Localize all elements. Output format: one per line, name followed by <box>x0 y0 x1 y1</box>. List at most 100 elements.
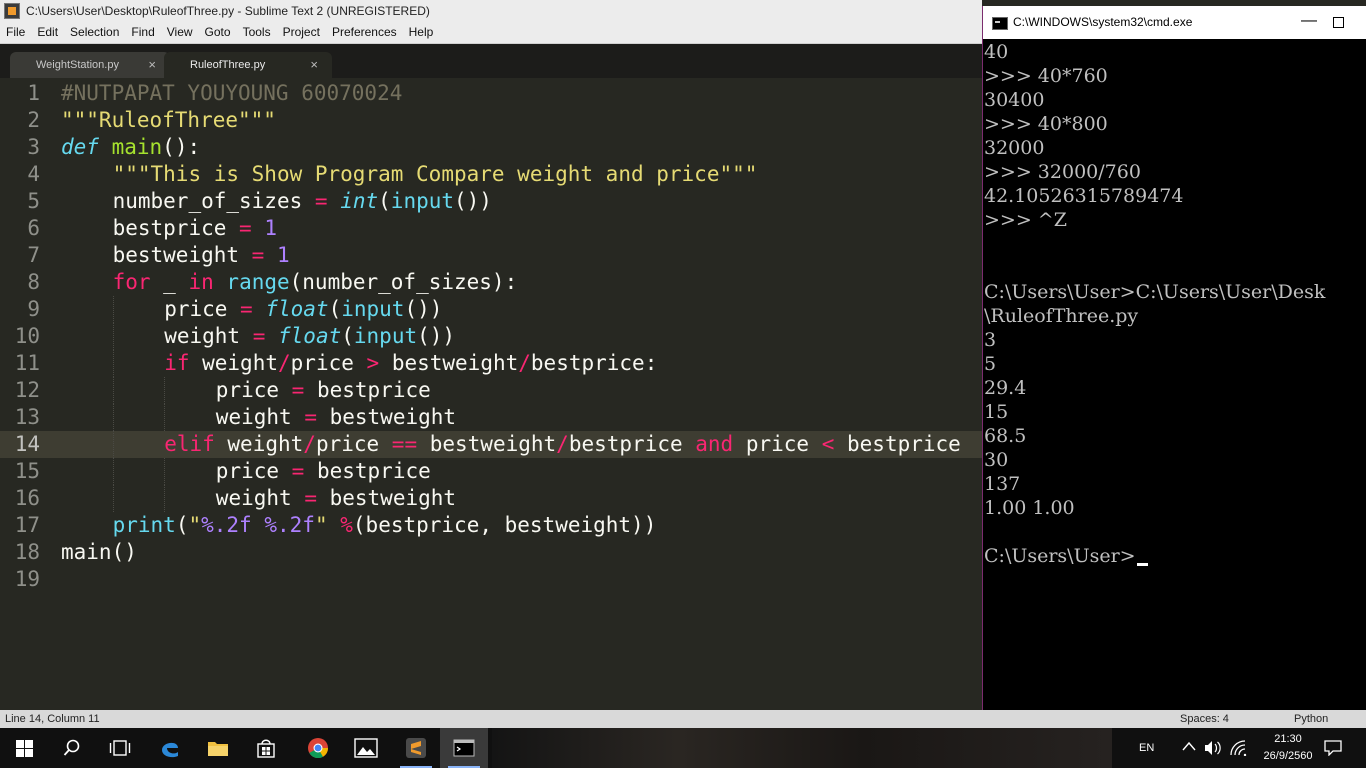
cmd-window-title: C:\WINDOWS\system32\cmd.exe <box>1013 15 1193 29</box>
taskbar-photos[interactable] <box>342 728 390 768</box>
code-line[interactable]: 11 if weight/price > bestweight/bestprice… <box>0 350 982 377</box>
cmd-console-output[interactable]: 40 >>> 40*760 30400 >>> 40*800 32000 >>> 3200… <box>983 39 1366 710</box>
chevron-up-icon[interactable] <box>1182 741 1196 751</box>
action-center-icon[interactable] <box>1324 740 1342 757</box>
code-line[interactable]: 14 elif weight/price == bestweight/bestpr… <box>0 431 982 458</box>
clock-date: 26/9/2560 <box>1263 750 1313 762</box>
code-token: int <box>340 189 379 213</box>
console-line: 40 <box>984 41 1009 63</box>
line-number: 14 <box>14 432 40 456</box>
menu-goto[interactable]: Goto <box>199 22 237 43</box>
menu-edit[interactable]: Edit <box>31 22 64 43</box>
code-line[interactable]: 13 weight = bestweight <box>0 404 982 431</box>
menu-find[interactable]: Find <box>125 22 160 43</box>
search-button[interactable] <box>48 728 96 768</box>
code-token: weight <box>215 405 305 429</box>
minimize-button[interactable]: — <box>1301 4 1317 37</box>
code-text: """This is Show Program Compare weight a… <box>113 161 758 188</box>
line-number: 11 <box>14 351 40 375</box>
taskbar-cmd[interactable] <box>440 728 488 768</box>
menu-help[interactable]: Help <box>403 22 440 43</box>
code-token: bestprice <box>834 432 961 456</box>
console-line: 30 <box>984 449 1009 471</box>
code-token: = <box>304 486 317 510</box>
console-line: 68.5 <box>984 425 1027 447</box>
menu-preferences[interactable]: Preferences <box>326 22 403 43</box>
taskbar-chrome[interactable] <box>294 728 342 768</box>
indentation-setting[interactable]: Spaces: 4 <box>1180 710 1229 728</box>
cmd-window[interactable]: C:\WINDOWS\system32\cmd.exe — 40 >>> 40*7… <box>982 6 1366 710</box>
chrome-icon <box>308 738 329 759</box>
code-token: / <box>278 351 291 375</box>
code-token: ( <box>175 513 189 537</box>
code-text: #NUTPAPAT YOUYOUNG 60070024 <box>61 80 402 107</box>
code-line[interactable]: 7 bestweight = 1 <box>0 242 982 269</box>
input-language-indicator[interactable]: EN <box>1139 728 1154 768</box>
code-text: price = bestprice <box>216 458 431 485</box>
menu-selection[interactable]: Selection <box>64 22 125 43</box>
sublime-title-bar[interactable]: C:\Users\User\Desktop\RuleofThree.py - S… <box>0 0 982 22</box>
code-token: bestweight <box>417 432 557 456</box>
tab-weightstation[interactable]: WeightStation.py × <box>10 52 170 78</box>
console-line: 42.10526315789474 <box>984 185 1184 207</box>
start-button[interactable] <box>0 728 48 768</box>
code-token: input <box>341 297 405 321</box>
taskbar-file-explorer[interactable] <box>194 728 242 768</box>
menu-view[interactable]: View <box>161 22 199 43</box>
code-text: """RuleofThree""" <box>61 107 276 134</box>
sublime-menu-bar: File Edit Selection Find View Goto Tools… <box>0 22 982 44</box>
tab-close-icon[interactable]: × <box>310 52 318 78</box>
taskbar-sublime-text[interactable] <box>392 728 440 768</box>
code-token: == <box>391 432 418 456</box>
code-line[interactable]: 12 price = bestprice <box>0 377 982 404</box>
syntax-selector[interactable]: Python <box>1294 710 1328 728</box>
wifi-icon[interactable] <box>1230 740 1248 757</box>
taskbar-edge[interactable] <box>146 728 194 768</box>
tab-ruleofthree[interactable]: RuleofThree.py × <box>164 52 332 78</box>
code-line[interactable]: 18 main() <box>0 539 982 566</box>
code-token: price <box>290 351 367 375</box>
code-line[interactable]: 5 number_of_sizes = int(input()) <box>0 188 982 215</box>
system-clock[interactable]: 21:30 26/9/2560 <box>1258 731 1318 765</box>
indent-guide <box>112 323 114 350</box>
menu-file[interactable]: File <box>0 22 31 43</box>
taskbar-store[interactable] <box>242 728 290 768</box>
menu-tools[interactable]: Tools <box>237 22 277 43</box>
code-line[interactable]: 9 price = float(input()) <box>0 296 982 323</box>
menu-project[interactable]: Project <box>277 22 326 43</box>
maximize-button[interactable] <box>1333 17 1344 28</box>
task-view-button[interactable] <box>96 728 144 768</box>
volume-icon[interactable] <box>1204 740 1222 756</box>
code-line[interactable]: 10 weight = float(input()) <box>0 323 982 350</box>
code-line[interactable]: 1 #NUTPAPAT YOUYOUNG 60070024 <box>0 80 982 107</box>
code-token: in <box>188 270 214 294</box>
code-line[interactable]: 17 print("%.2f %.2f" %(bestprice, bestwei… <box>0 512 982 539</box>
code-token: bestweight <box>379 351 519 375</box>
code-token: number_of_sizes <box>112 189 315 213</box>
code-line[interactable]: 3 def main(): <box>0 134 982 161</box>
code-editor[interactable]: 1 #NUTPAPAT YOUYOUNG 60070024 2 """RuleofTh… <box>0 78 982 710</box>
code-line[interactable]: 4 """This is Show Program Compare weight … <box>0 161 982 188</box>
code-line[interactable]: 16 weight = bestweight <box>0 485 982 512</box>
cmd-title-bar[interactable]: C:\WINDOWS\system32\cmd.exe — <box>983 6 1366 39</box>
code-text: weight = bestweight <box>216 404 456 431</box>
line-number: 15 <box>14 459 40 483</box>
sublime-window-title: C:\Users\User\Desktop\RuleofThree.py - S… <box>26 4 430 18</box>
tab-close-icon[interactable]: × <box>148 52 156 78</box>
code-line[interactable]: 2 """RuleofThree""" <box>0 107 982 134</box>
code-token: = <box>252 324 266 348</box>
edge-browser-icon <box>162 742 178 758</box>
code-token: bestweight <box>316 486 457 510</box>
code-line[interactable]: 15 price = bestprice <box>0 458 982 485</box>
code-token: 1 <box>276 243 290 267</box>
code-token: print <box>112 513 176 537</box>
code-line[interactable]: 8 for _ in range(number_of_sizes): <box>0 269 982 296</box>
code-line[interactable]: 19 <box>0 566 982 593</box>
console-line: 5 <box>984 353 997 375</box>
console-line: 3 <box>984 329 997 351</box>
code-token: ()) <box>404 297 443 321</box>
code-line[interactable]: 6 bestprice = 1 <box>0 215 982 242</box>
